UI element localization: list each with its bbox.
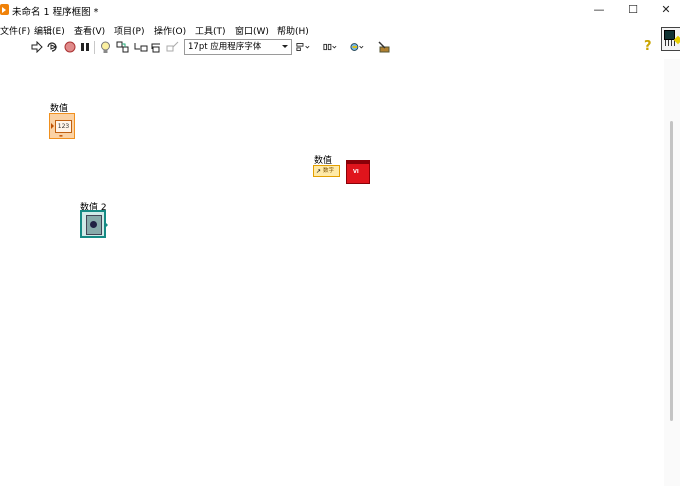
run-icon[interactable] bbox=[30, 40, 44, 54]
vi-icon[interactable] bbox=[661, 27, 680, 51]
font-select[interactable]: 17pt 应用程序字体 bbox=[184, 39, 292, 55]
vi-reference-bar bbox=[347, 161, 369, 164]
maximize-button[interactable]: ☐ bbox=[626, 4, 640, 16]
window-title: 未命名 1 程序框图 * bbox=[12, 7, 99, 18]
context-help-icon[interactable]: ? bbox=[644, 39, 654, 55]
step-over-icon[interactable] bbox=[150, 40, 164, 54]
scrollbar-thumb[interactable] bbox=[670, 121, 673, 421]
menu-bar: 文件(F) 编辑(E) 查看(V) 项目(P) 操作(O) 工具(T) 窗口(W… bbox=[0, 21, 680, 38]
refnum-icon bbox=[86, 215, 102, 235]
distribute-objects-icon[interactable] bbox=[323, 40, 337, 54]
menu-window[interactable]: 窗口(W) bbox=[235, 24, 269, 37]
close-button[interactable]: ✕ bbox=[659, 4, 673, 16]
vi-reference-text: VI bbox=[353, 169, 359, 175]
step-out-icon[interactable] bbox=[166, 40, 180, 54]
property-node[interactable]: ↗ 数字 bbox=[313, 165, 340, 177]
dbl-type-icon: ▬ bbox=[59, 133, 63, 138]
terminal-output-arrow-icon bbox=[104, 221, 108, 229]
cleanup-diagram-icon[interactable] bbox=[377, 40, 391, 54]
menu-operate[interactable]: 操作(O) bbox=[154, 24, 186, 37]
terminal-arrow-icon bbox=[51, 123, 54, 129]
menu-project[interactable]: 项目(P) bbox=[114, 24, 144, 37]
vertical-scrollbar[interactable] bbox=[664, 59, 680, 486]
vi-reference-node[interactable]: VI bbox=[346, 160, 370, 184]
menu-help[interactable]: 帮助(H) bbox=[277, 24, 309, 37]
property-name: 数字 bbox=[323, 168, 335, 174]
run-continuously-icon[interactable] bbox=[45, 40, 59, 54]
reorder-icon[interactable] bbox=[350, 40, 364, 54]
block-diagram-canvas[interactable] bbox=[0, 59, 664, 486]
font-select-value: 17pt 应用程序字体 bbox=[188, 42, 262, 52]
numeric-control-terminal[interactable]: 123 ▬ bbox=[49, 113, 75, 139]
control-ref-terminal[interactable] bbox=[80, 210, 108, 238]
chevron-down-icon bbox=[282, 45, 288, 48]
highlight-execution-icon[interactable] bbox=[98, 40, 112, 54]
step-into-icon[interactable] bbox=[134, 40, 148, 54]
property-write-icon: ↗ bbox=[316, 168, 322, 175]
pause-icon[interactable] bbox=[78, 40, 92, 54]
align-objects-icon[interactable] bbox=[296, 40, 310, 54]
menu-view[interactable]: 查看(V) bbox=[74, 24, 105, 37]
labview-app-icon bbox=[0, 4, 9, 15]
title-bar: 未命名 1 程序框图 * — ☐ ✕ bbox=[0, 0, 680, 21]
menu-edit[interactable]: 编辑(E) bbox=[34, 24, 65, 37]
abort-icon[interactable] bbox=[63, 40, 77, 54]
retain-wire-values-icon[interactable] bbox=[116, 40, 130, 54]
minimize-button[interactable]: — bbox=[592, 4, 606, 16]
numeric-display: 123 bbox=[55, 120, 72, 133]
menu-tools[interactable]: 工具(T) bbox=[195, 24, 226, 37]
toolbar: 17pt 应用程序字体 ? bbox=[0, 38, 680, 58]
menu-file[interactable]: 文件(F) bbox=[0, 24, 30, 37]
